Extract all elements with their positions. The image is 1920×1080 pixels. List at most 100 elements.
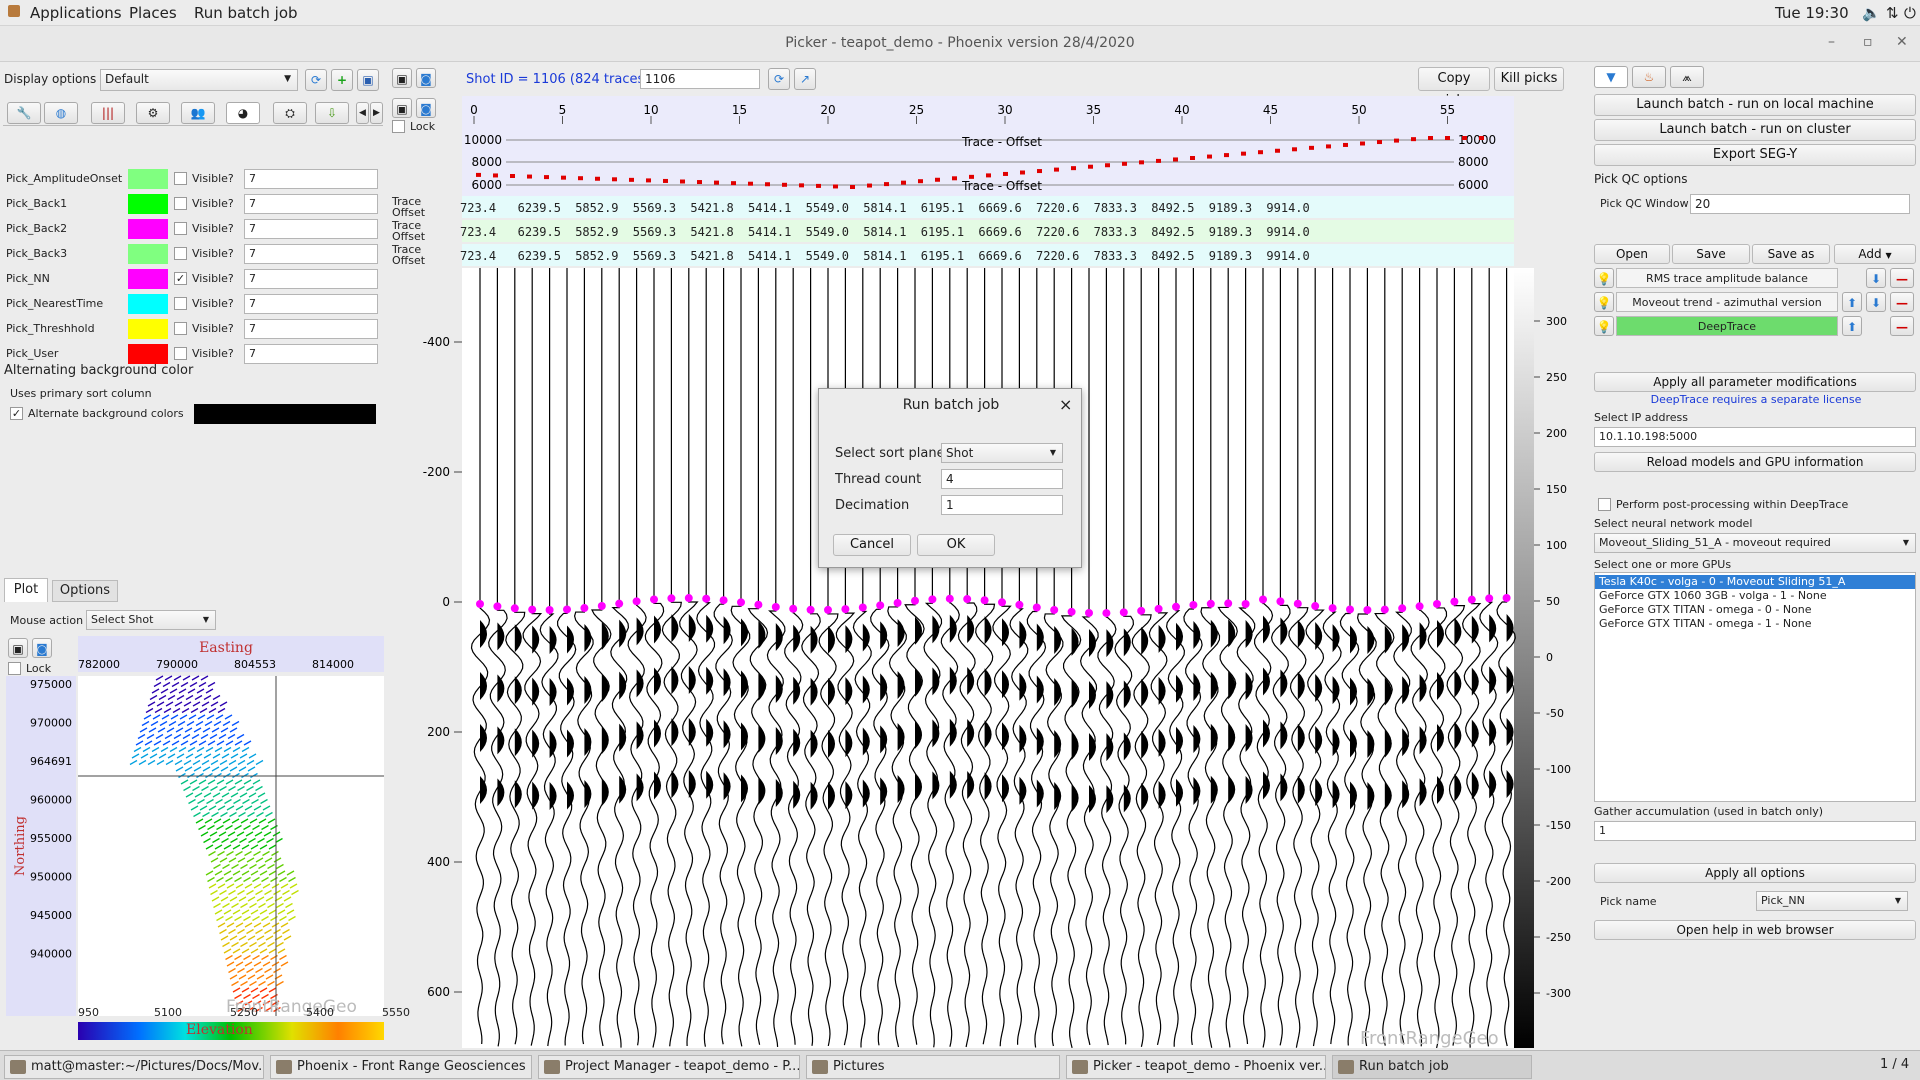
fire-icon[interactable]: ♨ <box>1632 66 1666 88</box>
pick-color-swatch[interactable] <box>128 294 168 314</box>
scroll-left-icon[interactable]: ◀ <box>356 102 369 124</box>
move-up-icon[interactable]: ⬆ <box>1842 316 1862 336</box>
remove-icon[interactable]: — <box>1890 292 1914 312</box>
taskbar-item[interactable]: Run batch job <box>1332 1055 1532 1079</box>
network-icon[interactable]: ⇅ <box>1886 4 1899 22</box>
pick-name-select[interactable]: Pick_NN ▼ <box>1756 891 1908 911</box>
apply-all-button[interactable]: Apply all options <box>1594 863 1916 883</box>
save-icon[interactable]: ▣ <box>357 69 379 91</box>
shot-id-input[interactable]: 1106 <box>640 69 760 89</box>
pick-size-input[interactable]: 7 <box>244 344 378 364</box>
gpu-item[interactable]: GeForce GTX TITAN - omega - 0 - None <box>1595 603 1915 617</box>
pick-size-input[interactable]: 7 <box>244 169 378 189</box>
nn-model-select[interactable]: Moveout_Sliding_51_A - moveout required ▼ <box>1594 533 1916 553</box>
filter-icon[interactable]: ▼ <box>1594 66 1628 88</box>
flow-save-button[interactable]: Save <box>1672 244 1750 264</box>
pick-color-swatch[interactable] <box>128 194 168 214</box>
pick-size-input[interactable]: 7 <box>244 244 378 264</box>
gpu-item[interactable]: GeForce GTX 1060 3GB - volga - 1 - None <box>1595 589 1915 603</box>
pick-color-swatch[interactable] <box>128 169 168 189</box>
color-wheel-icon[interactable]: ◕ <box>226 102 260 124</box>
gpu-item[interactable]: GeForce GTX TITAN - omega - 1 - None <box>1595 617 1915 631</box>
pick-color-swatch[interactable] <box>128 219 168 239</box>
mouse-action-select[interactable]: Select Shot ▼ <box>86 610 216 630</box>
copy-picks-button[interactable]: Copy picks <box>1418 67 1490 108</box>
active-app-menu[interactable]: Run batch job <box>194 4 298 22</box>
workspace-indicator[interactable]: 1 / 4 <box>1880 1057 1909 1072</box>
cancel-button[interactable]: Cancel <box>833 534 911 556</box>
taskbar-item[interactable]: Pictures <box>806 1055 1060 1079</box>
pick-qc-window-input[interactable]: 20 <box>1690 194 1910 214</box>
pick-color-swatch[interactable] <box>128 244 168 264</box>
applications-menu[interactable]: Applications <box>30 4 122 22</box>
postproc-checkbox[interactable] <box>1598 498 1611 511</box>
taskbar-item[interactable]: Phoenix - Front Range Geosciences ... <box>270 1055 532 1079</box>
tab-options[interactable]: Options <box>52 580 118 602</box>
toggle-bulb-icon[interactable]: 💡 <box>1594 292 1614 312</box>
visible-checkbox[interactable] <box>174 172 187 185</box>
add-icon[interactable]: + <box>331 69 353 91</box>
visible-checkbox[interactable] <box>174 247 187 260</box>
download-icon[interactable]: ⇩ <box>315 102 349 124</box>
flow-save-as-button[interactable]: Save as <box>1752 244 1830 264</box>
dialog-close-icon[interactable]: × <box>1059 395 1072 414</box>
places-menu[interactable]: Places <box>129 4 177 22</box>
globe-icon[interactable]: ◍ <box>44 102 78 124</box>
toggle-bulb-icon[interactable]: 💡 <box>1594 268 1614 288</box>
shot-map[interactable]: Easting 782000 790000 804553 814000 975000 9… <box>6 636 386 1046</box>
traces-icon[interactable]: ||| <box>91 102 125 124</box>
settings-icon[interactable]: ⚙ <box>136 102 170 124</box>
wrench-icon[interactable]: 🔧 <box>7 102 41 124</box>
flow-step[interactable]: Moveout trend - azimuthal version <box>1616 292 1838 312</box>
gpu-list[interactable]: Tesla K40c - volga - 0 - Moveout Sliding… <box>1594 572 1916 802</box>
maximize-icon[interactable]: ▫ <box>1863 34 1873 50</box>
decimation-input[interactable]: 1 <box>941 495 1063 515</box>
refresh-icon[interactable]: ⟳ <box>768 68 790 90</box>
remove-icon[interactable]: — <box>1890 316 1914 336</box>
visible-checkbox[interactable] <box>174 322 187 335</box>
launch-cluster-button[interactable]: Launch batch - run on cluster <box>1594 119 1916 141</box>
move-down-icon[interactable]: ⬇ <box>1866 292 1886 312</box>
ip-input[interactable]: 10.1.10.198:5000 <box>1594 427 1916 447</box>
pick-size-input[interactable]: 7 <box>244 294 378 314</box>
pick-size-input[interactable]: 7 <box>244 319 378 339</box>
close-window-icon[interactable]: ✕ <box>1896 34 1908 50</box>
ok-button[interactable]: OK <box>917 534 995 556</box>
scroll-right-icon[interactable]: ▶ <box>370 102 383 124</box>
clock[interactable]: Tue 19:30 <box>1775 4 1849 22</box>
kill-picks-button[interactable]: Kill picks <box>1494 67 1564 91</box>
pick-color-swatch[interactable] <box>128 344 168 364</box>
users-icon[interactable]: 👥 <box>181 102 215 124</box>
tools-icon[interactable]: ⛭ <box>273 102 307 124</box>
visible-checkbox[interactable] <box>174 197 187 210</box>
thread-count-input[interactable]: 4 <box>941 469 1063 489</box>
sort-plane-select[interactable]: Shot ▼ <box>941 443 1063 463</box>
pick-color-swatch[interactable] <box>128 319 168 339</box>
apply-params-button[interactable]: Apply all parameter modifications <box>1594 372 1916 392</box>
export-segy-button[interactable]: Export SEG-Y <box>1594 144 1916 166</box>
minimize-icon[interactable]: – <box>1828 34 1835 50</box>
license-note[interactable]: DeepTrace requires a separate license <box>1592 393 1920 406</box>
flow-open-button[interactable]: Open <box>1594 244 1670 264</box>
toggle-bulb-icon[interactable]: 💡 <box>1594 316 1614 336</box>
camera-icon[interactable]: ▣ <box>392 68 412 88</box>
tab-plot[interactable]: Plot <box>4 578 48 602</box>
remove-icon[interactable]: — <box>1890 268 1914 288</box>
visible-checkbox[interactable] <box>174 347 187 360</box>
snapshot-icon[interactable]: ◙ <box>416 68 436 88</box>
taskbar-item[interactable]: Project Manager - teapot_demo - P... <box>538 1055 800 1079</box>
display-options-select[interactable]: Default ▼ <box>100 69 298 91</box>
move-up-icon[interactable]: ⬆ <box>1842 292 1862 312</box>
visible-checkbox[interactable] <box>174 297 187 310</box>
power-icon[interactable]: ⏻ <box>1904 4 1916 22</box>
reload-models-button[interactable]: Reload models and GPU information <box>1594 452 1916 472</box>
alt-bg-checkbox[interactable]: ✓ <box>10 407 23 420</box>
pick-color-swatch[interactable] <box>128 269 168 289</box>
taskbar-item[interactable]: matt@master:~/Pictures/Docs/Mov... <box>4 1055 264 1079</box>
pick-size-input[interactable]: 7 <box>244 269 378 289</box>
visible-checkbox[interactable] <box>174 222 187 235</box>
flow-step[interactable]: DeepTrace <box>1616 316 1838 336</box>
move-down-icon[interactable]: ⬇ <box>1866 268 1886 288</box>
pick-size-input[interactable]: 7 <box>244 194 378 214</box>
refresh-icon[interactable]: ⟳ <box>305 69 327 91</box>
